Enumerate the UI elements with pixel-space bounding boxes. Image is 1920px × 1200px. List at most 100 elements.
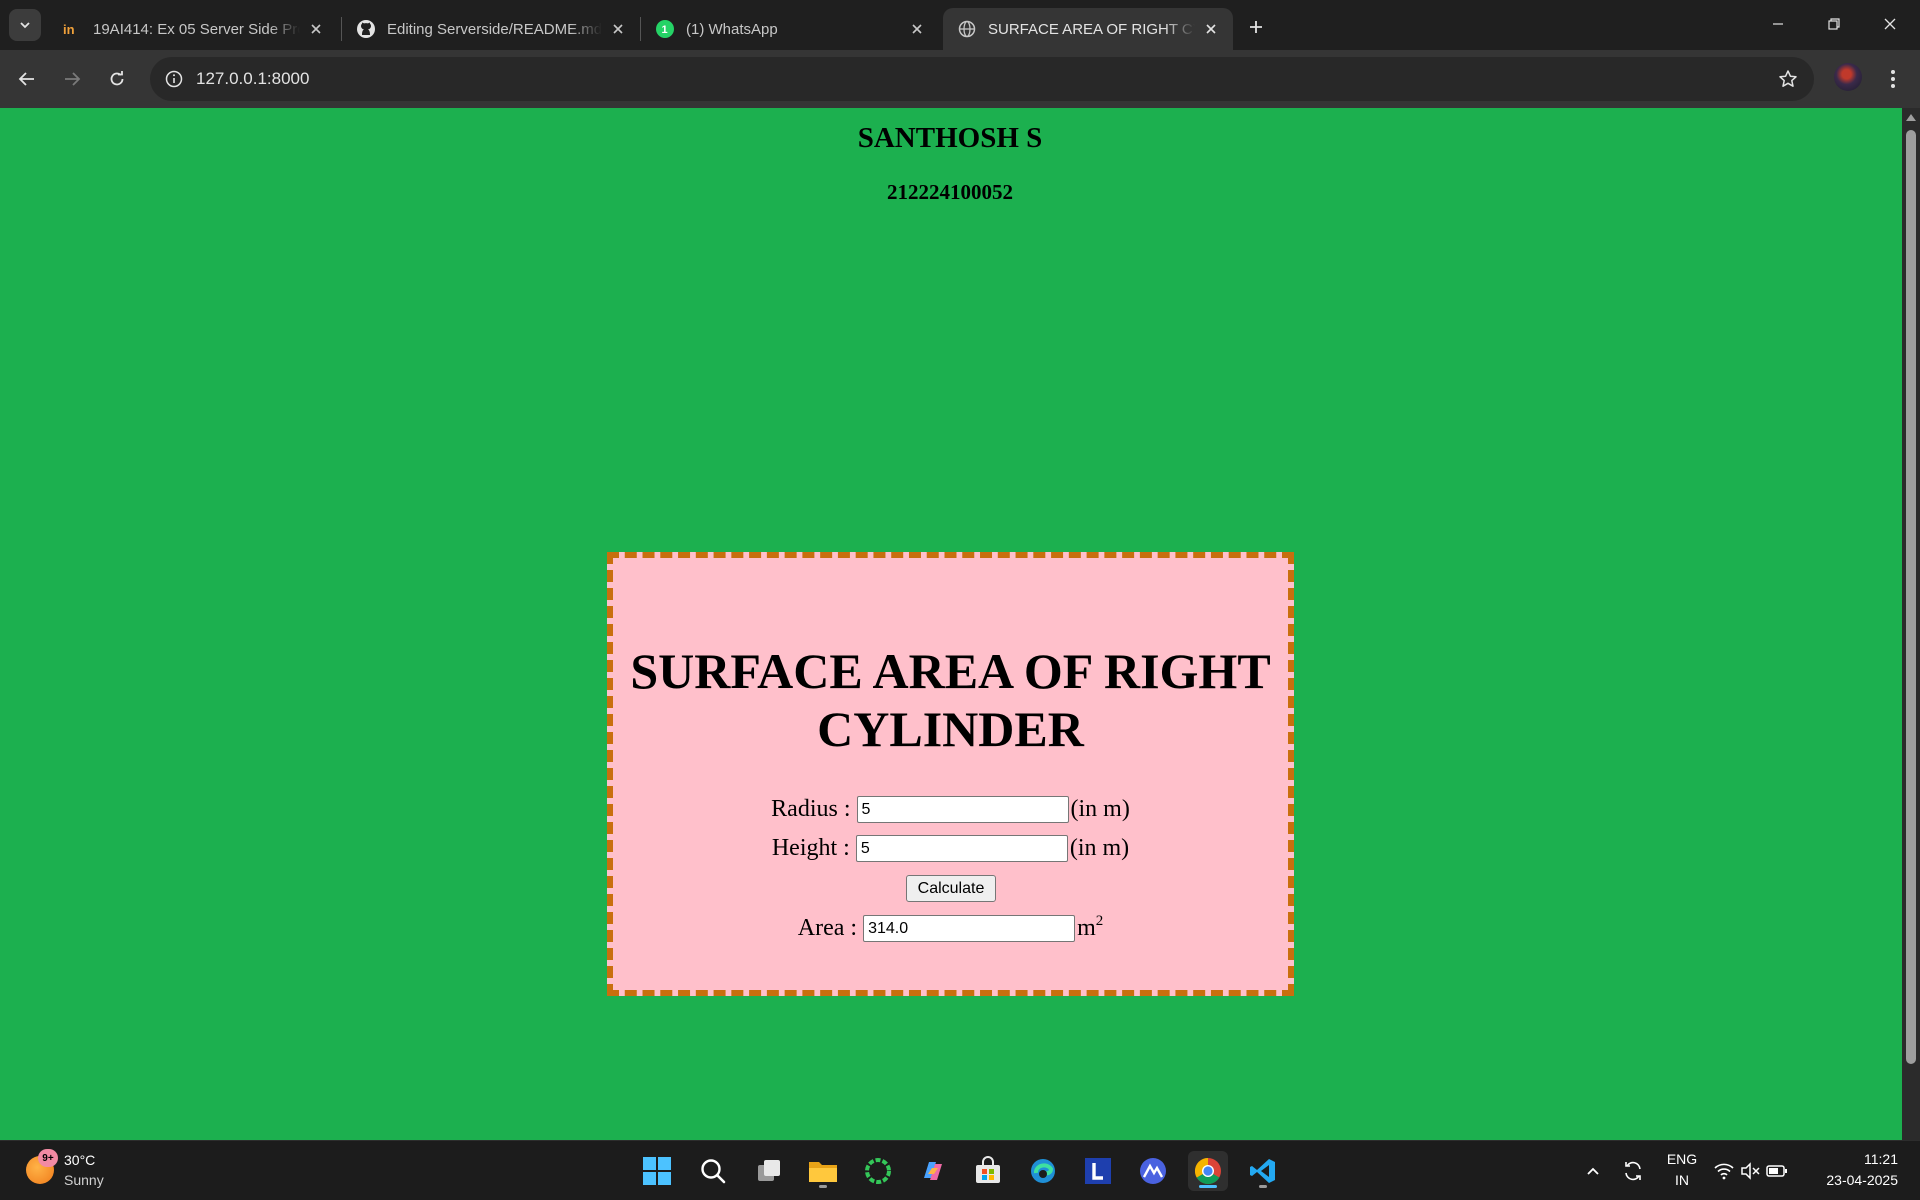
file-explorer-button[interactable] — [803, 1151, 843, 1191]
edge-button[interactable] — [1023, 1151, 1063, 1191]
arrow-right-icon — [65, 72, 81, 86]
tab-title: (1) WhatsApp — [686, 20, 778, 38]
whatsapp-icon: 1 — [655, 19, 675, 39]
mountain-app-icon — [1140, 1158, 1166, 1184]
tab-strip: in 19AI414: Ex 05 Server Side Proc Editi… — [0, 0, 1920, 50]
bookmark-star-icon[interactable] — [1776, 67, 1800, 91]
radius-input[interactable] — [856, 796, 1069, 823]
height-label: Height : — [771, 835, 850, 861]
radius-label: Radius : — [771, 796, 851, 822]
address-bar[interactable]: 127.0.0.1:8000 — [150, 57, 1814, 101]
clock-date: 23-04-2025 — [1826, 1172, 1898, 1188]
task-view-button[interactable] — [749, 1151, 789, 1191]
page-viewport: SANTHOSH S 212224100052 SURFACE AREA OF … — [0, 108, 1902, 1140]
tab-surface-area[interactable]: SURFACE AREA OF RIGHT CYLIN — [943, 8, 1233, 50]
task-view-icon — [758, 1160, 780, 1181]
wifi-icon — [1714, 1163, 1734, 1180]
search-icon — [701, 1159, 726, 1184]
minimize-button[interactable] — [1750, 0, 1806, 48]
start-button[interactable] — [637, 1151, 677, 1191]
svg-text:in: in — [63, 22, 75, 37]
language-code: ENG — [1666, 1151, 1698, 1167]
back-button[interactable] — [10, 62, 44, 96]
calculate-button[interactable]: Calculate — [906, 875, 996, 902]
search-button[interactable] — [693, 1151, 733, 1191]
height-row: Height : (in m) — [613, 835, 1288, 862]
close-window-button[interactable] — [1862, 0, 1918, 48]
chevron-up-icon — [1587, 1167, 1599, 1175]
running-indicator — [819, 1185, 827, 1188]
close-icon — [1884, 18, 1896, 30]
show-hidden-icons-button[interactable] — [1573, 1151, 1613, 1191]
plus-icon — [1250, 21, 1262, 33]
browser-toolbar: 127.0.0.1:8000 — [0, 50, 1920, 108]
tab-github-readme[interactable]: Editing Serverside/README.md — [342, 8, 640, 50]
loop-app-button[interactable] — [858, 1151, 898, 1191]
arrow-left-icon — [18, 72, 34, 86]
new-tab-button[interactable] — [1242, 13, 1270, 41]
copilot-icon — [924, 1162, 942, 1180]
url-text[interactable]: 127.0.0.1:8000 — [196, 69, 309, 89]
scroll-up-arrow-icon[interactable] — [1906, 114, 1916, 121]
github-icon — [356, 19, 376, 39]
reload-icon — [110, 71, 124, 86]
height-unit: (in m) — [1069, 835, 1130, 861]
area-output[interactable] — [863, 915, 1076, 942]
clock-time: 11:21 — [1864, 1151, 1898, 1167]
height-input[interactable] — [855, 835, 1068, 862]
sync-status-button[interactable] — [1613, 1151, 1653, 1191]
close-tab-icon[interactable] — [608, 19, 628, 39]
restore-button[interactable] — [1806, 0, 1862, 48]
area-unit-exponent: 2 — [1095, 913, 1104, 929]
chrome-icon — [1194, 1157, 1221, 1185]
close-tab-icon[interactable] — [907, 19, 927, 39]
forward-button[interactable] — [55, 62, 89, 96]
circle-app-icon — [865, 1158, 891, 1184]
more-vert-icon — [1891, 70, 1895, 88]
tab-ex05[interactable]: in 19AI414: Ex 05 Server Side Proc — [48, 8, 338, 50]
l-app-button[interactable] — [1078, 1151, 1118, 1191]
running-indicator — [1259, 1185, 1267, 1188]
site-info-icon[interactable] — [160, 65, 188, 93]
area-row: Area : m2 — [613, 913, 1288, 942]
scrollbar-thumb[interactable] — [1906, 130, 1916, 1064]
l-app-icon — [1085, 1158, 1111, 1184]
volume-muted-icon — [1741, 1162, 1760, 1180]
restore-icon — [1828, 18, 1840, 30]
tab-title: 19AI414: Ex 05 Server Side Proc — [93, 20, 300, 38]
profile-avatar[interactable] — [1834, 63, 1862, 91]
weather-temperature: 30°C — [64, 1152, 96, 1168]
area-label: Area : — [797, 915, 858, 941]
weather-condition: Sunny — [64, 1172, 104, 1188]
store-icon — [976, 1156, 1000, 1183]
microsoft-store-button[interactable] — [968, 1151, 1008, 1191]
browser-menu-button[interactable] — [1880, 62, 1906, 96]
chrome-button[interactable] — [1188, 1151, 1228, 1191]
tab-title: SURFACE AREA OF RIGHT CYLIN — [988, 20, 1195, 38]
svg-text:1: 1 — [662, 24, 668, 36]
tab-search-button[interactable] — [9, 9, 41, 41]
close-tab-icon[interactable] — [1201, 19, 1221, 39]
tab-whatsapp[interactable]: 1 (1) WhatsApp — [641, 8, 939, 50]
page-scrollbar[interactable] — [1902, 108, 1920, 1140]
quick-settings-button[interactable] — [1706, 1151, 1796, 1191]
calculator-card: SURFACE AREA OF RIGHT CYLINDER Radius : … — [607, 552, 1294, 996]
area-unit-base: m — [1077, 915, 1096, 941]
close-tab-icon[interactable] — [306, 19, 326, 39]
page-title: SURFACE AREA OF RIGHT CYLINDER — [630, 643, 1271, 757]
area-unit: m2 — [1077, 913, 1104, 942]
battery-icon — [1766, 1165, 1787, 1177]
tab-title: Editing Serverside/README.md — [387, 20, 602, 38]
vscode-icon — [1250, 1159, 1275, 1183]
student-name: SANTHOSH S — [857, 122, 1043, 154]
vscode-button[interactable] — [1243, 1151, 1283, 1191]
folder-icon — [809, 1162, 837, 1182]
radius-unit: (in m) — [1070, 796, 1130, 822]
reload-button[interactable] — [100, 62, 134, 96]
windows-taskbar: 9+ 30°C Sunny ENG IN 11:21 23-04-2025 — [0, 1140, 1920, 1200]
notification-badge: 9+ — [38, 1149, 58, 1167]
copilot-button[interactable] — [913, 1151, 953, 1191]
in-logo-icon: in — [62, 19, 82, 39]
arc-app-button[interactable] — [1133, 1151, 1173, 1191]
minimize-icon — [1773, 23, 1783, 25]
